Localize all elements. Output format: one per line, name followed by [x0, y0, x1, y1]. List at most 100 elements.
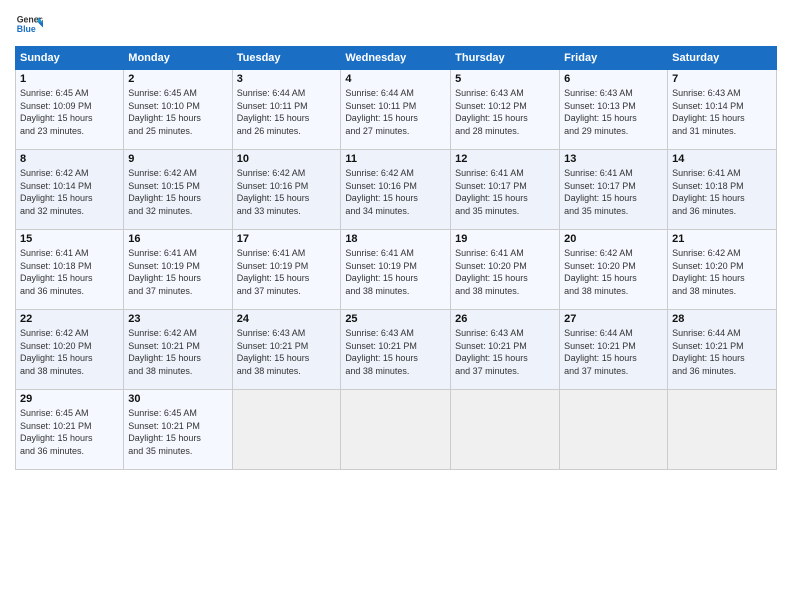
day-info: Sunrise: 6:43 AM Sunset: 10:13 PM Daylig…: [564, 87, 663, 137]
day-info: Sunrise: 6:41 AM Sunset: 10:19 PM Daylig…: [237, 247, 337, 297]
day-number: 28: [672, 313, 772, 325]
calendar-cell: 6 Sunrise: 6:43 AM Sunset: 10:13 PM Dayli…: [560, 70, 668, 150]
calendar-cell: 5 Sunrise: 6:43 AM Sunset: 10:12 PM Dayli…: [451, 70, 560, 150]
day-number: 8: [20, 153, 119, 165]
calendar-body: 1 Sunrise: 6:45 AM Sunset: 10:09 PM Dayli…: [16, 70, 777, 470]
header-day: Wednesday: [341, 47, 451, 70]
calendar-cell: 29Sunrise: 6:45 AM Sunset: 10:21 PM Dayl…: [16, 390, 124, 470]
calendar-cell: 16 Sunrise: 6:41 AM Sunset: 10:19 PM Dayl…: [124, 230, 232, 310]
day-info: Sunrise: 6:42 AM Sunset: 10:20 PM Daylig…: [20, 327, 119, 377]
calendar-cell: 17 Sunrise: 6:41 AM Sunset: 10:19 PM Dayl…: [232, 230, 341, 310]
calendar-cell: 26Sunrise: 6:43 AM Sunset: 10:21 PM Dayl…: [451, 310, 560, 390]
logo: General Blue: [15, 10, 43, 38]
header-day: Thursday: [451, 47, 560, 70]
header-row: SundayMondayTuesdayWednesdayThursdayFrid…: [16, 47, 777, 70]
calendar-week: 22 Sunrise: 6:42 AM Sunset: 10:20 PM Dayl…: [16, 310, 777, 390]
header-day: Friday: [560, 47, 668, 70]
calendar-cell: [451, 390, 560, 470]
calendar-cell: 3 Sunrise: 6:44 AM Sunset: 10:11 PM Dayli…: [232, 70, 341, 150]
calendar-week: 8 Sunrise: 6:42 AM Sunset: 10:14 PM Dayli…: [16, 150, 777, 230]
calendar-cell: 4 Sunrise: 6:44 AM Sunset: 10:11 PM Dayli…: [341, 70, 451, 150]
day-number: 1: [20, 73, 119, 85]
day-info: Sunrise: 6:42 AM Sunset: 10:14 PM Daylig…: [20, 167, 119, 217]
day-number: 23: [128, 313, 227, 325]
header-day: Saturday: [668, 47, 777, 70]
day-number: 24: [237, 313, 337, 325]
header: General Blue: [15, 10, 777, 38]
day-number: 2: [128, 73, 227, 85]
day-info: Sunrise: 6:41 AM Sunset: 10:17 PM Daylig…: [455, 167, 555, 217]
day-info: Sunrise: 6:44 AM Sunset: 10:11 PM Daylig…: [237, 87, 337, 137]
day-info: Sunrise: 6:45 AM Sunset: 10:21 PM Daylig…: [128, 407, 227, 457]
day-number: 13: [564, 153, 663, 165]
day-number: 22: [20, 313, 119, 325]
day-number: 17: [237, 233, 337, 245]
calendar-cell: 28 Sunrise: 6:44 AM Sunset: 10:21 PM Dayl…: [668, 310, 777, 390]
day-info: Sunrise: 6:41 AM Sunset: 10:20 PM Daylig…: [455, 247, 555, 297]
day-info: Sunrise: 6:41 AM Sunset: 10:19 PM Daylig…: [345, 247, 446, 297]
calendar-cell: 30 Sunrise: 6:45 AM Sunset: 10:21 PM Dayl…: [124, 390, 232, 470]
calendar-cell: 20Sunrise: 6:42 AM Sunset: 10:20 PM Dayl…: [560, 230, 668, 310]
calendar-cell: 25Sunrise: 6:43 AM Sunset: 10:21 PM Dayl…: [341, 310, 451, 390]
calendar-header: SundayMondayTuesdayWednesdayThursdayFrid…: [16, 47, 777, 70]
day-number: 19: [455, 233, 555, 245]
day-number: 15: [20, 233, 119, 245]
day-number: 25: [345, 313, 446, 325]
day-info: Sunrise: 6:43 AM Sunset: 10:12 PM Daylig…: [455, 87, 555, 137]
day-number: 11: [345, 153, 446, 165]
day-number: 30: [128, 393, 227, 405]
day-info: Sunrise: 6:44 AM Sunset: 10:21 PM Daylig…: [672, 327, 772, 377]
calendar-cell: 9Sunrise: 6:42 AM Sunset: 10:15 PM Dayli…: [124, 150, 232, 230]
calendar-cell: [668, 390, 777, 470]
day-number: 7: [672, 73, 772, 85]
day-info: Sunrise: 6:42 AM Sunset: 10:15 PM Daylig…: [128, 167, 227, 217]
day-number: 10: [237, 153, 337, 165]
day-info: Sunrise: 6:42 AM Sunset: 10:21 PM Daylig…: [128, 327, 227, 377]
day-info: Sunrise: 6:45 AM Sunset: 10:21 PM Daylig…: [20, 407, 119, 457]
calendar-cell: [560, 390, 668, 470]
day-info: Sunrise: 6:45 AM Sunset: 10:10 PM Daylig…: [128, 87, 227, 137]
day-number: 26: [455, 313, 555, 325]
calendar-cell: 10 Sunrise: 6:42 AM Sunset: 10:16 PM Dayl…: [232, 150, 341, 230]
day-number: 12: [455, 153, 555, 165]
day-number: 20: [564, 233, 663, 245]
calendar-cell: 12 Sunrise: 6:41 AM Sunset: 10:17 PM Dayl…: [451, 150, 560, 230]
day-number: 6: [564, 73, 663, 85]
calendar-cell: 2 Sunrise: 6:45 AM Sunset: 10:10 PM Dayli…: [124, 70, 232, 150]
header-day: Sunday: [16, 47, 124, 70]
day-info: Sunrise: 6:41 AM Sunset: 10:19 PM Daylig…: [128, 247, 227, 297]
calendar-cell: 8 Sunrise: 6:42 AM Sunset: 10:14 PM Dayli…: [16, 150, 124, 230]
calendar-cell: 22 Sunrise: 6:42 AM Sunset: 10:20 PM Dayl…: [16, 310, 124, 390]
day-number: 21: [672, 233, 772, 245]
calendar-cell: [341, 390, 451, 470]
calendar-cell: 23 Sunrise: 6:42 AM Sunset: 10:21 PM Dayl…: [124, 310, 232, 390]
day-info: Sunrise: 6:44 AM Sunset: 10:21 PM Daylig…: [564, 327, 663, 377]
calendar-cell: [232, 390, 341, 470]
day-info: Sunrise: 6:42 AM Sunset: 10:16 PM Daylig…: [237, 167, 337, 217]
day-info: Sunrise: 6:42 AM Sunset: 10:20 PM Daylig…: [672, 247, 772, 297]
day-number: 18: [345, 233, 446, 245]
day-number: 5: [455, 73, 555, 85]
day-info: Sunrise: 6:44 AM Sunset: 10:11 PM Daylig…: [345, 87, 446, 137]
day-info: Sunrise: 6:43 AM Sunset: 10:14 PM Daylig…: [672, 87, 772, 137]
day-number: 16: [128, 233, 227, 245]
calendar-week: 29Sunrise: 6:45 AM Sunset: 10:21 PM Dayl…: [16, 390, 777, 470]
day-number: 4: [345, 73, 446, 85]
calendar-cell: 1 Sunrise: 6:45 AM Sunset: 10:09 PM Dayli…: [16, 70, 124, 150]
day-info: Sunrise: 6:45 AM Sunset: 10:09 PM Daylig…: [20, 87, 119, 137]
calendar-week: 15 Sunrise: 6:41 AM Sunset: 10:18 PM Dayl…: [16, 230, 777, 310]
calendar-cell: 11 Sunrise: 6:42 AM Sunset: 10:16 PM Dayl…: [341, 150, 451, 230]
day-number: 14: [672, 153, 772, 165]
day-info: Sunrise: 6:41 AM Sunset: 10:18 PM Daylig…: [672, 167, 772, 217]
calendar-cell: 18 Sunrise: 6:41 AM Sunset: 10:19 PM Dayl…: [341, 230, 451, 310]
calendar-cell: 7 Sunrise: 6:43 AM Sunset: 10:14 PM Dayli…: [668, 70, 777, 150]
calendar-week: 1 Sunrise: 6:45 AM Sunset: 10:09 PM Dayli…: [16, 70, 777, 150]
day-info: Sunrise: 6:43 AM Sunset: 10:21 PM Daylig…: [237, 327, 337, 377]
day-info: Sunrise: 6:41 AM Sunset: 10:18 PM Daylig…: [20, 247, 119, 297]
calendar-cell: 13Sunrise: 6:41 AM Sunset: 10:17 PM Dayl…: [560, 150, 668, 230]
day-number: 3: [237, 73, 337, 85]
header-day: Tuesday: [232, 47, 341, 70]
header-day: Monday: [124, 47, 232, 70]
day-info: Sunrise: 6:42 AM Sunset: 10:16 PM Daylig…: [345, 167, 446, 217]
calendar-cell: 24 Sunrise: 6:43 AM Sunset: 10:21 PM Dayl…: [232, 310, 341, 390]
